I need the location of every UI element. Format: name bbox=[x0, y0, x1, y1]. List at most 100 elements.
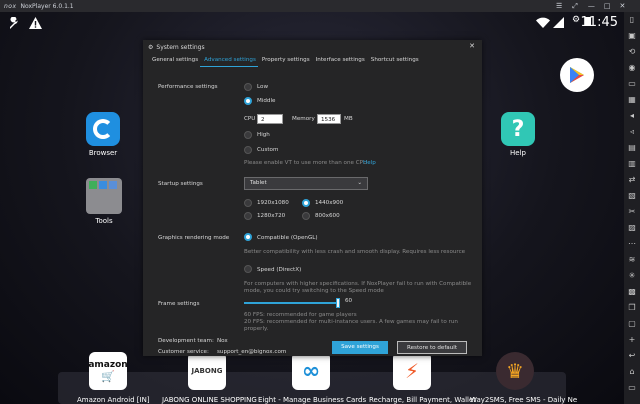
desktop-icon-tools[interactable]: Tools bbox=[86, 178, 122, 225]
resolution-1920-radio[interactable] bbox=[244, 199, 252, 207]
cpu-label: CPU bbox=[244, 116, 256, 122]
dock-app-amazon[interactable]: amazon 🛒 bbox=[88, 352, 128, 390]
play-store-icon[interactable] bbox=[560, 58, 594, 92]
controller-icon[interactable]: ▢ bbox=[627, 319, 637, 329]
volume-down-icon[interactable]: ◃ bbox=[627, 127, 637, 137]
amazon-logo: amazon bbox=[88, 359, 128, 370]
tab-interface[interactable]: Interface settings bbox=[313, 57, 368, 63]
menu-icon[interactable]: ☰ bbox=[556, 2, 562, 10]
performance-middle-radio[interactable] bbox=[244, 97, 252, 105]
way2sms-crown-icon: ♛ bbox=[506, 359, 524, 383]
memory-label: Memory bbox=[292, 116, 315, 122]
copy-icon[interactable]: ❐ bbox=[627, 303, 637, 313]
nox-logo: nox bbox=[4, 2, 17, 10]
dialog-close-icon[interactable]: ✕ bbox=[469, 42, 475, 50]
frame-settings-label: Frame settings bbox=[158, 301, 200, 307]
dock-app-label: Eight - Manage Business Cards bbox=[258, 396, 367, 404]
settings-gear-icon: ⚙ bbox=[572, 15, 581, 25]
fps-note-2: 20 FPS: recommended for multi-instance u… bbox=[244, 319, 458, 325]
status-time: 11:45 bbox=[580, 15, 618, 30]
graphics-directx-radio[interactable] bbox=[244, 265, 252, 273]
performance-low-radio[interactable] bbox=[244, 83, 252, 91]
tab-property[interactable]: Property settings bbox=[259, 57, 313, 63]
dock-app-jabong[interactable]: JABONG bbox=[188, 352, 226, 390]
active-tab-underline bbox=[200, 66, 258, 67]
resolution-1280-radio[interactable] bbox=[244, 212, 252, 220]
macro-icon[interactable]: ▧ bbox=[627, 191, 637, 201]
clean-icon[interactable]: ▩ bbox=[627, 287, 637, 297]
add-icon[interactable]: + bbox=[627, 335, 637, 345]
tab-advanced[interactable]: Advanced settings bbox=[201, 57, 259, 63]
more-icon[interactable]: ⋯ bbox=[627, 239, 637, 249]
scissors-icon[interactable]: ✂ bbox=[627, 207, 637, 217]
performance-custom-label: Custom bbox=[257, 147, 279, 153]
dialog-header: ⚙ System settings ✕ bbox=[143, 40, 482, 54]
dock-app-recharge[interactable]: ⚡ bbox=[393, 352, 431, 390]
maximize-icon[interactable]: □ bbox=[604, 2, 611, 10]
sync-icon[interactable]: ⇄ bbox=[627, 175, 637, 185]
graphics-opengl-radio[interactable] bbox=[244, 233, 252, 241]
volume-up-icon[interactable]: ◂ bbox=[627, 111, 637, 121]
dev-team-label: Development team: bbox=[158, 338, 214, 344]
multi-instance-icon[interactable]: ▥ bbox=[627, 159, 637, 169]
graphics-opengl-description: Better compatibility with less crash and… bbox=[244, 249, 466, 255]
cpu-input[interactable]: 2 bbox=[257, 114, 283, 124]
eight-logo-icon: ∞ bbox=[301, 358, 321, 384]
resolution-800-label: 800x600 bbox=[315, 213, 340, 219]
performance-settings-label: Performance settings bbox=[158, 84, 218, 90]
fps-value: 60 bbox=[345, 298, 353, 304]
loading-icon[interactable]: ✳ bbox=[627, 271, 637, 281]
device-type-value: Tablet bbox=[250, 180, 267, 186]
resolution-800-radio[interactable] bbox=[302, 212, 310, 220]
nox-right-toolbar: ▯ ▣ ⟲ ◉ ▭ ▦ ◂ ◃ ▤ ▥ ⇄ ▧ ✂ ▨ ⋯ ≋ ✳ ▩ ❐ ▢ … bbox=[624, 12, 640, 404]
resolution-1440-label: 1440x900 bbox=[315, 200, 344, 206]
back-icon[interactable]: ↩ bbox=[627, 351, 637, 361]
location-icon[interactable]: ◉ bbox=[627, 63, 637, 73]
dock-app-way2sms[interactable]: ♛ bbox=[496, 352, 534, 390]
tab-general[interactable]: General settings bbox=[149, 57, 201, 63]
fps-slider-fill bbox=[244, 302, 340, 304]
performance-high-radio[interactable] bbox=[244, 131, 252, 139]
dialog-footer: Development team: Nox Customer service: … bbox=[143, 336, 482, 356]
dialog-title: System settings bbox=[156, 43, 205, 51]
close-icon[interactable]: ✕ bbox=[620, 2, 626, 10]
wrench-icon[interactable] bbox=[8, 17, 20, 29]
keyboard-icon[interactable]: ▭ bbox=[627, 79, 637, 89]
file-share-icon[interactable]: ▨ bbox=[627, 223, 637, 233]
performance-middle-label: Middle bbox=[257, 98, 276, 104]
fullscreen-icon[interactable]: ⤢ bbox=[572, 2, 578, 11]
tab-shortcut[interactable]: Shortcut settings bbox=[368, 57, 422, 63]
screen-rotate-icon[interactable]: ⟲ bbox=[627, 47, 637, 57]
resolution-1440-radio[interactable] bbox=[302, 199, 310, 207]
dock-app-eight[interactable]: ∞ bbox=[292, 352, 330, 390]
settings-tabs: General settings Advanced settings Prope… bbox=[149, 57, 422, 63]
minimize-icon[interactable]: — bbox=[588, 2, 595, 10]
record-icon[interactable]: ▤ bbox=[627, 143, 637, 153]
save-settings-button[interactable]: Save settings bbox=[332, 341, 388, 354]
restore-default-button[interactable]: Restore to default bbox=[397, 341, 467, 354]
performance-high-label: High bbox=[257, 132, 270, 138]
amazon-cart-icon: 🛒 bbox=[101, 369, 115, 383]
apk-install-icon[interactable]: ▣ bbox=[627, 31, 637, 41]
fps-note-1: 60 FPS: recommended for game players bbox=[244, 312, 357, 318]
desktop-icon-help[interactable]: ? Help bbox=[501, 112, 535, 157]
recent-apps-icon[interactable]: ▭ bbox=[627, 383, 637, 393]
device-type-select[interactable]: Tablet ⌄ bbox=[244, 177, 368, 190]
fps-slider-track[interactable] bbox=[244, 298, 340, 308]
memory-input[interactable]: 1536 bbox=[317, 114, 341, 124]
screenshot-icon[interactable]: ▦ bbox=[627, 95, 637, 105]
startup-settings-label: Startup settings bbox=[158, 181, 203, 187]
fps-slider-thumb[interactable] bbox=[336, 298, 340, 308]
window-titlebar: nox NoxPlayer 6.0.1.1 bbox=[0, 0, 640, 12]
performance-custom-radio[interactable] bbox=[244, 146, 252, 154]
signal-icon bbox=[553, 17, 564, 28]
graphics-directx-description-2: mode, you could try switching to the Spe… bbox=[244, 288, 384, 294]
vt-help-link[interactable]: Help bbox=[363, 160, 376, 166]
home-icon[interactable]: ⌂ bbox=[627, 367, 637, 377]
shake-icon[interactable]: ≋ bbox=[627, 255, 637, 265]
window-title: NoxPlayer 6.0.1.1 bbox=[20, 2, 74, 10]
desktop-icon-browser[interactable]: Browser bbox=[86, 112, 120, 157]
phone-icon[interactable]: ▯ bbox=[627, 15, 637, 25]
dev-team-value: Nox bbox=[217, 338, 228, 344]
wifi-icon bbox=[536, 17, 550, 28]
